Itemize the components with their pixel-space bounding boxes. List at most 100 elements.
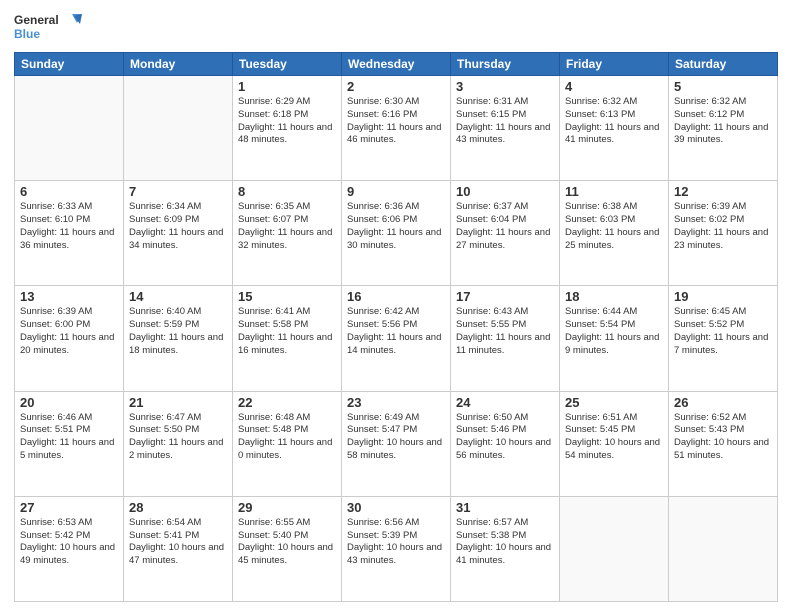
- date-number: 13: [20, 289, 118, 304]
- calendar-cell: 9 Sunrise: 6:36 AMSunset: 6:06 PMDaylight…: [342, 181, 451, 286]
- date-number: 6: [20, 184, 118, 199]
- date-number: 23: [347, 395, 445, 410]
- calendar-cell: 12 Sunrise: 6:39 AMSunset: 6:02 PMDayligh…: [669, 181, 778, 286]
- date-number: 8: [238, 184, 336, 199]
- calendar-cell: 23 Sunrise: 6:49 AMSunset: 5:47 PMDayligh…: [342, 391, 451, 496]
- date-number: 15: [238, 289, 336, 304]
- day-header-tuesday: Tuesday: [233, 53, 342, 76]
- cell-info: Sunrise: 6:39 AMSunset: 6:00 PMDaylight:…: [20, 306, 118, 357]
- cell-info: Sunrise: 6:35 AMSunset: 6:07 PMDaylight:…: [238, 201, 336, 252]
- cell-info: Sunrise: 6:37 AMSunset: 6:04 PMDaylight:…: [456, 201, 554, 252]
- date-number: 2: [347, 79, 445, 94]
- cell-info: Sunrise: 6:45 AMSunset: 5:52 PMDaylight:…: [674, 306, 772, 357]
- date-number: 17: [456, 289, 554, 304]
- calendar-cell: 13 Sunrise: 6:39 AMSunset: 6:00 PMDayligh…: [15, 286, 124, 391]
- calendar-cell: 22Sunrise: 6:48 AMSunset: 5:48 PMDayligh…: [233, 391, 342, 496]
- logo: General Blue: [14, 10, 86, 46]
- date-number: 7: [129, 184, 227, 199]
- cell-info: Sunrise: 6:34 AMSunset: 6:09 PMDaylight:…: [129, 201, 227, 252]
- date-number: 31: [456, 500, 554, 515]
- date-number: 19: [674, 289, 772, 304]
- cell-info: Sunrise: 6:38 AMSunset: 6:03 PMDaylight:…: [565, 201, 663, 252]
- cell-info: Sunrise: 6:44 AMSunset: 5:54 PMDaylight:…: [565, 306, 663, 357]
- cell-info: Sunrise: 6:31 AMSunset: 6:15 PMDaylight:…: [456, 96, 554, 147]
- calendar-cell: 17 Sunrise: 6:43 AMSunset: 5:55 PMDayligh…: [451, 286, 560, 391]
- date-number: 24: [456, 395, 554, 410]
- cell-info: Sunrise: 6:48 AMSunset: 5:48 PMDaylight:…: [238, 412, 336, 463]
- calendar-cell: 27Sunrise: 6:53 AMSunset: 5:42 PMDayligh…: [15, 496, 124, 601]
- date-number: 14: [129, 289, 227, 304]
- date-number: 25: [565, 395, 663, 410]
- date-number: 28: [129, 500, 227, 515]
- calendar-cell: 14Sunrise: 6:40 AMSunset: 5:59 PMDayligh…: [124, 286, 233, 391]
- calendar-cell: [15, 76, 124, 181]
- day-header-sunday: Sunday: [15, 53, 124, 76]
- calendar-cell: 10 Sunrise: 6:37 AMSunset: 6:04 PMDayligh…: [451, 181, 560, 286]
- calendar-cell: 31 Sunrise: 6:57 AMSunset: 5:38 PMDayligh…: [451, 496, 560, 601]
- date-number: 10: [456, 184, 554, 199]
- calendar-cell: [669, 496, 778, 601]
- calendar-cell: 7 Sunrise: 6:34 AMSunset: 6:09 PMDaylight…: [124, 181, 233, 286]
- logo-svg: General Blue: [14, 10, 86, 46]
- calendar-cell: 30 Sunrise: 6:56 AMSunset: 5:39 PMDayligh…: [342, 496, 451, 601]
- cell-info: Sunrise: 6:36 AMSunset: 6:06 PMDaylight:…: [347, 201, 445, 252]
- day-header-wednesday: Wednesday: [342, 53, 451, 76]
- calendar-cell: 28 Sunrise: 6:54 AMSunset: 5:41 PMDayligh…: [124, 496, 233, 601]
- calendar-cell: 16 Sunrise: 6:42 AMSunset: 5:56 PMDayligh…: [342, 286, 451, 391]
- cell-info: Sunrise: 6:49 AMSunset: 5:47 PMDaylight:…: [347, 412, 445, 463]
- cell-info: Sunrise: 6:54 AMSunset: 5:41 PMDaylight:…: [129, 517, 227, 568]
- day-header-monday: Monday: [124, 53, 233, 76]
- calendar-cell: [560, 496, 669, 601]
- cell-info: Sunrise: 6:42 AMSunset: 5:56 PMDaylight:…: [347, 306, 445, 357]
- calendar-cell: 11 Sunrise: 6:38 AMSunset: 6:03 PMDayligh…: [560, 181, 669, 286]
- header: General Blue: [14, 10, 778, 46]
- date-number: 20: [20, 395, 118, 410]
- date-number: 16: [347, 289, 445, 304]
- calendar-cell: 21Sunrise: 6:47 AMSunset: 5:50 PMDayligh…: [124, 391, 233, 496]
- cell-info: Sunrise: 6:46 AMSunset: 5:51 PMDaylight:…: [20, 412, 118, 463]
- date-number: 18: [565, 289, 663, 304]
- cell-info: Sunrise: 6:33 AMSunset: 6:10 PMDaylight:…: [20, 201, 118, 252]
- cell-info: Sunrise: 6:56 AMSunset: 5:39 PMDaylight:…: [347, 517, 445, 568]
- calendar-cell: 29 Sunrise: 6:55 AMSunset: 5:40 PMDayligh…: [233, 496, 342, 601]
- calendar-cell: 20 Sunrise: 6:46 AMSunset: 5:51 PMDayligh…: [15, 391, 124, 496]
- calendar-cell: 26 Sunrise: 6:52 AMSunset: 5:43 PMDayligh…: [669, 391, 778, 496]
- date-number: 29: [238, 500, 336, 515]
- cell-info: Sunrise: 6:51 AMSunset: 5:45 PMDaylight:…: [565, 412, 663, 463]
- date-number: 30: [347, 500, 445, 515]
- date-number: 5: [674, 79, 772, 94]
- date-number: 12: [674, 184, 772, 199]
- cell-info: Sunrise: 6:55 AMSunset: 5:40 PMDaylight:…: [238, 517, 336, 568]
- calendar-cell: 8 Sunrise: 6:35 AMSunset: 6:07 PMDaylight…: [233, 181, 342, 286]
- day-header-saturday: Saturday: [669, 53, 778, 76]
- cell-info: Sunrise: 6:30 AMSunset: 6:16 PMDaylight:…: [347, 96, 445, 147]
- date-number: 9: [347, 184, 445, 199]
- date-number: 21: [129, 395, 227, 410]
- day-header-thursday: Thursday: [451, 53, 560, 76]
- date-number: 26: [674, 395, 772, 410]
- calendar-cell: 1Sunrise: 6:29 AMSunset: 6:18 PMDaylight…: [233, 76, 342, 181]
- date-number: 27: [20, 500, 118, 515]
- calendar-table: SundayMondayTuesdayWednesdayThursdayFrid…: [14, 52, 778, 602]
- calendar-cell: 19 Sunrise: 6:45 AMSunset: 5:52 PMDayligh…: [669, 286, 778, 391]
- day-header-friday: Friday: [560, 53, 669, 76]
- cell-info: Sunrise: 6:39 AMSunset: 6:02 PMDaylight:…: [674, 201, 772, 252]
- cell-info: Sunrise: 6:32 AMSunset: 6:12 PMDaylight:…: [674, 96, 772, 147]
- calendar-cell: 24 Sunrise: 6:50 AMSunset: 5:46 PMDayligh…: [451, 391, 560, 496]
- cell-info: Sunrise: 6:57 AMSunset: 5:38 PMDaylight:…: [456, 517, 554, 568]
- cell-info: Sunrise: 6:52 AMSunset: 5:43 PMDaylight:…: [674, 412, 772, 463]
- date-number: 4: [565, 79, 663, 94]
- cell-info: Sunrise: 6:29 AMSunset: 6:18 PMDaylight:…: [238, 96, 336, 147]
- calendar-container: General Blue SundayMondayTuesdayWednesda…: [0, 0, 792, 612]
- date-number: 11: [565, 184, 663, 199]
- svg-text:General: General: [14, 13, 59, 27]
- date-number: 3: [456, 79, 554, 94]
- calendar-cell: 6 Sunrise: 6:33 AMSunset: 6:10 PMDaylight…: [15, 181, 124, 286]
- cell-info: Sunrise: 6:50 AMSunset: 5:46 PMDaylight:…: [456, 412, 554, 463]
- calendar-cell: 3 Sunrise: 6:31 AMSunset: 6:15 PMDaylight…: [451, 76, 560, 181]
- calendar-cell: 25 Sunrise: 6:51 AMSunset: 5:45 PMDayligh…: [560, 391, 669, 496]
- calendar-cell: 4Sunrise: 6:32 AMSunset: 6:13 PMDaylight…: [560, 76, 669, 181]
- calendar-cell: 18 Sunrise: 6:44 AMSunset: 5:54 PMDayligh…: [560, 286, 669, 391]
- calendar-cell: 5 Sunrise: 6:32 AMSunset: 6:12 PMDaylight…: [669, 76, 778, 181]
- cell-info: Sunrise: 6:43 AMSunset: 5:55 PMDaylight:…: [456, 306, 554, 357]
